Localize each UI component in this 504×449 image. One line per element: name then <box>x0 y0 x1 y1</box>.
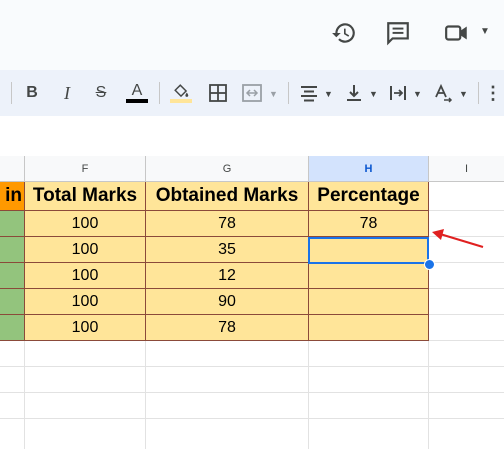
table-cell-obtained[interactable]: 90 <box>146 289 309 315</box>
cell-empty[interactable] <box>429 289 504 315</box>
chevron-down-icon[interactable]: ▼ <box>459 82 468 106</box>
top-bar: ▼ <box>0 0 504 70</box>
chevron-down-icon[interactable]: ▼ <box>413 82 422 106</box>
cell-empty[interactable] <box>429 341 504 367</box>
header-cell-percentage[interactable]: Percentage <box>309 182 429 211</box>
cell-empty[interactable] <box>309 341 429 367</box>
cell-empty[interactable] <box>146 367 309 393</box>
cell-empty[interactable] <box>429 263 504 289</box>
cell-empty[interactable] <box>0 367 25 393</box>
chevron-down-icon[interactable]: ▼ <box>269 82 278 106</box>
green-cell[interactable] <box>0 237 25 263</box>
table-cell-total[interactable]: 100 <box>25 289 146 315</box>
fill-handle[interactable] <box>424 259 435 270</box>
table-cell-total[interactable]: 100 <box>25 263 146 289</box>
strikethrough-button[interactable]: S <box>91 81 111 105</box>
column-header-f[interactable]: F <box>25 156 146 182</box>
vertical-align-icon[interactable] <box>344 81 364 105</box>
column-header-g[interactable]: G <box>146 156 309 182</box>
merge-cells-icon[interactable] <box>241 81 263 105</box>
formula-bar-area <box>0 116 504 157</box>
toolbar-divider <box>159 82 160 104</box>
cell-empty[interactable] <box>0 341 25 367</box>
comment-icon[interactable] <box>385 20 411 46</box>
chevron-down-icon[interactable]: ▼ <box>369 82 378 106</box>
horizontal-align-icon[interactable] <box>299 81 319 105</box>
table-cell-total[interactable]: 100 <box>25 315 146 341</box>
toolbar-divider <box>11 82 12 104</box>
cell-empty[interactable] <box>429 367 504 393</box>
chevron-down-icon[interactable]: ▼ <box>480 26 490 37</box>
green-cell[interactable] <box>0 315 25 341</box>
paint-bucket-icon <box>174 84 189 98</box>
table-cell-percentage[interactable] <box>309 315 429 341</box>
active-cell-selection[interactable] <box>308 237 429 264</box>
header-cell-partial[interactable]: in <box>0 182 25 211</box>
video-call-icon[interactable] <box>444 20 470 46</box>
cell-empty[interactable] <box>0 393 25 419</box>
column-header-h[interactable]: H <box>309 156 429 182</box>
cell-empty[interactable] <box>25 393 146 419</box>
cell-empty[interactable] <box>429 182 504 211</box>
bold-button[interactable]: B <box>22 81 42 105</box>
column-header-partial[interactable] <box>0 156 25 182</box>
table-cell-obtained[interactable]: 78 <box>146 315 309 341</box>
green-cell[interactable] <box>0 263 25 289</box>
formatting-toolbar: B I S A ▼ ▼ ▼ ▼ ▼ ⋮ <box>0 70 504 116</box>
toolbar-divider <box>288 82 289 104</box>
table-cell-obtained[interactable]: 12 <box>146 263 309 289</box>
green-cell[interactable] <box>0 289 25 315</box>
cell-empty[interactable] <box>146 419 309 449</box>
cell-empty[interactable] <box>309 367 429 393</box>
text-color-label: A <box>131 82 143 99</box>
cell-empty[interactable] <box>429 393 504 419</box>
cell-empty[interactable] <box>25 341 146 367</box>
header-cell-obtained-marks[interactable]: Obtained Marks <box>146 182 309 211</box>
cell-empty[interactable] <box>309 393 429 419</box>
chevron-down-icon[interactable]: ▼ <box>324 82 333 106</box>
table-cell-obtained[interactable]: 78 <box>146 211 309 237</box>
table-cell-percentage[interactable] <box>309 263 429 289</box>
spreadsheet-grid: in Total Marks Obtained Marks Percentage… <box>0 182 504 449</box>
italic-button[interactable]: I <box>57 81 77 105</box>
text-rotation-icon[interactable] <box>433 81 453 105</box>
header-cell-total-marks[interactable]: Total Marks <box>25 182 146 211</box>
cell-empty[interactable] <box>146 341 309 367</box>
cell-empty[interactable] <box>25 419 146 449</box>
cell-empty[interactable] <box>0 419 25 449</box>
table-cell-percentage[interactable]: 78 <box>309 211 429 237</box>
cell-empty[interactable] <box>146 393 309 419</box>
cell-empty[interactable] <box>429 419 504 449</box>
text-color-bar <box>126 99 148 103</box>
toolbar-divider <box>478 82 479 104</box>
history-icon[interactable] <box>331 20 357 46</box>
cell-empty[interactable] <box>25 367 146 393</box>
column-header-i[interactable]: I <box>429 156 504 182</box>
annotation-arrow-icon <box>432 229 484 249</box>
table-cell-percentage[interactable] <box>309 289 429 315</box>
borders-icon[interactable] <box>208 81 228 105</box>
green-cell[interactable] <box>0 211 25 237</box>
cell-empty[interactable] <box>429 315 504 341</box>
text-color-button[interactable]: A <box>124 81 150 105</box>
text-wrap-icon[interactable] <box>388 81 408 105</box>
cell-empty[interactable] <box>309 419 429 449</box>
more-options-icon[interactable]: ⋮ <box>484 81 502 105</box>
table-cell-total[interactable]: 100 <box>25 237 146 263</box>
fill-color-bar <box>170 99 192 103</box>
table-cell-obtained[interactable]: 35 <box>146 237 309 263</box>
fill-color-button[interactable] <box>168 81 194 105</box>
table-cell-total[interactable]: 100 <box>25 211 146 237</box>
